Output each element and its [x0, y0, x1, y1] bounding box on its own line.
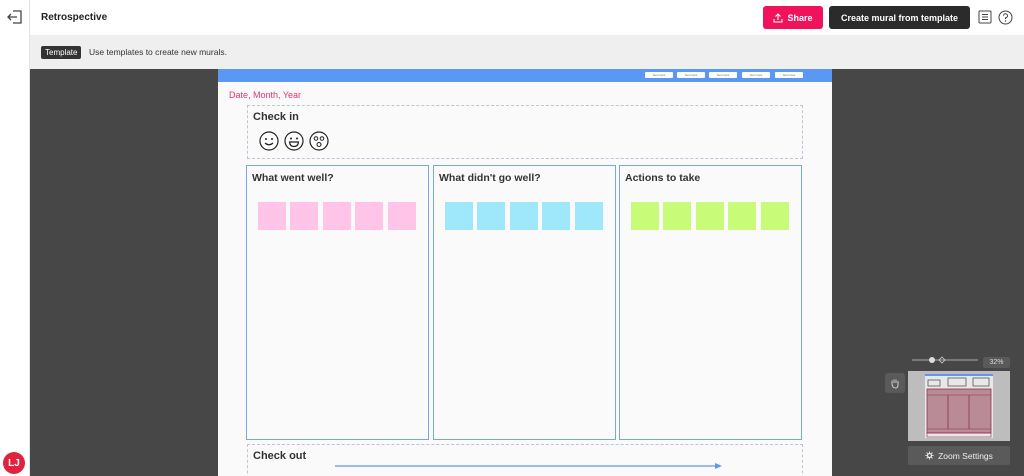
sticky-note[interactable] [355, 202, 383, 230]
banner-text: Use templates to create new murals. [89, 47, 227, 57]
zoom-settings-label: Zoom Settings [938, 450, 993, 461]
template-badge: Template [41, 46, 82, 59]
mural-board[interactable]: Get more Get more Get more Get more Get … [218, 69, 832, 476]
grin-face-icon[interactable] [284, 131, 304, 151]
sticky-note[interactable] [323, 202, 351, 230]
list-icon [978, 10, 992, 24]
page-title: Retrospective [41, 12, 108, 23]
column-title: What went well? [252, 172, 334, 184]
sticky-note[interactable] [631, 202, 659, 230]
upload-icon [773, 12, 784, 23]
column-title: What didn't go well? [439, 172, 541, 184]
exit-icon[interactable] [6, 8, 24, 26]
date-label[interactable]: Date, Month, Year [229, 90, 301, 100]
sticky-note[interactable] [388, 202, 416, 230]
help-icon [998, 10, 1012, 24]
app-header: Retrospective Share Create mural from te… [30, 0, 1024, 35]
sticky-note[interactable] [575, 202, 603, 230]
sticky-note[interactable] [663, 202, 691, 230]
column-actions-to-take[interactable]: Actions to take [619, 165, 802, 440]
sticky-note[interactable] [728, 202, 756, 230]
sticky-note[interactable] [290, 202, 318, 230]
topbar-pill[interactable]: Get more [709, 72, 737, 78]
topbar-pill[interactable]: Get more [775, 72, 803, 78]
minimap-preview [925, 374, 993, 438]
mural-canvas[interactable]: Get more Get more Get more Get more Get … [30, 69, 1024, 476]
hand-icon [891, 379, 899, 389]
pan-button[interactable] [885, 373, 905, 393]
surprised-face-icon[interactable] [309, 131, 329, 151]
sticky-note[interactable] [510, 202, 538, 230]
sticky-note[interactable] [761, 202, 789, 230]
gear-icon [925, 451, 934, 460]
column-didnt-go-well[interactable]: What didn't go well? [433, 165, 616, 440]
check-out-section[interactable]: Check out [247, 444, 803, 476]
sticky-note[interactable] [258, 202, 286, 230]
sticky-note[interactable] [696, 202, 724, 230]
sticky-note[interactable] [542, 202, 570, 230]
template-banner: Template Use templates to create new mur… [30, 35, 1024, 69]
share-button[interactable]: Share [763, 6, 823, 29]
topbar-pill[interactable]: Get more [677, 72, 705, 78]
smile-face-icon[interactable] [259, 131, 279, 151]
minimap[interactable] [908, 371, 1010, 441]
board-topbar: Get more Get more Get more Get more Get … [218, 69, 832, 82]
column-title: Actions to take [625, 172, 701, 184]
avatar[interactable]: LJ [3, 452, 25, 474]
check-in-title: Check in [253, 111, 299, 123]
topbar-pill[interactable]: Get more [645, 72, 673, 78]
help-button[interactable] [997, 9, 1013, 25]
topbar-pill[interactable]: Get more [742, 72, 770, 78]
sticky-note[interactable] [445, 202, 473, 230]
arrow-connector[interactable] [333, 462, 725, 470]
zoom-settings-button[interactable]: Zoom Settings [908, 446, 1010, 465]
outline-button[interactable] [977, 9, 993, 25]
sticky-note[interactable] [477, 202, 505, 230]
check-in-section[interactable]: Check in [247, 105, 803, 159]
share-button-label: Share [787, 12, 813, 23]
create-mural-button[interactable]: Create mural from template [829, 6, 970, 29]
zoom-percent: 32% [983, 357, 1010, 368]
check-out-title: Check out [253, 450, 307, 462]
column-went-well[interactable]: What went well? [246, 165, 429, 440]
left-rail: LJ [0, 0, 30, 476]
